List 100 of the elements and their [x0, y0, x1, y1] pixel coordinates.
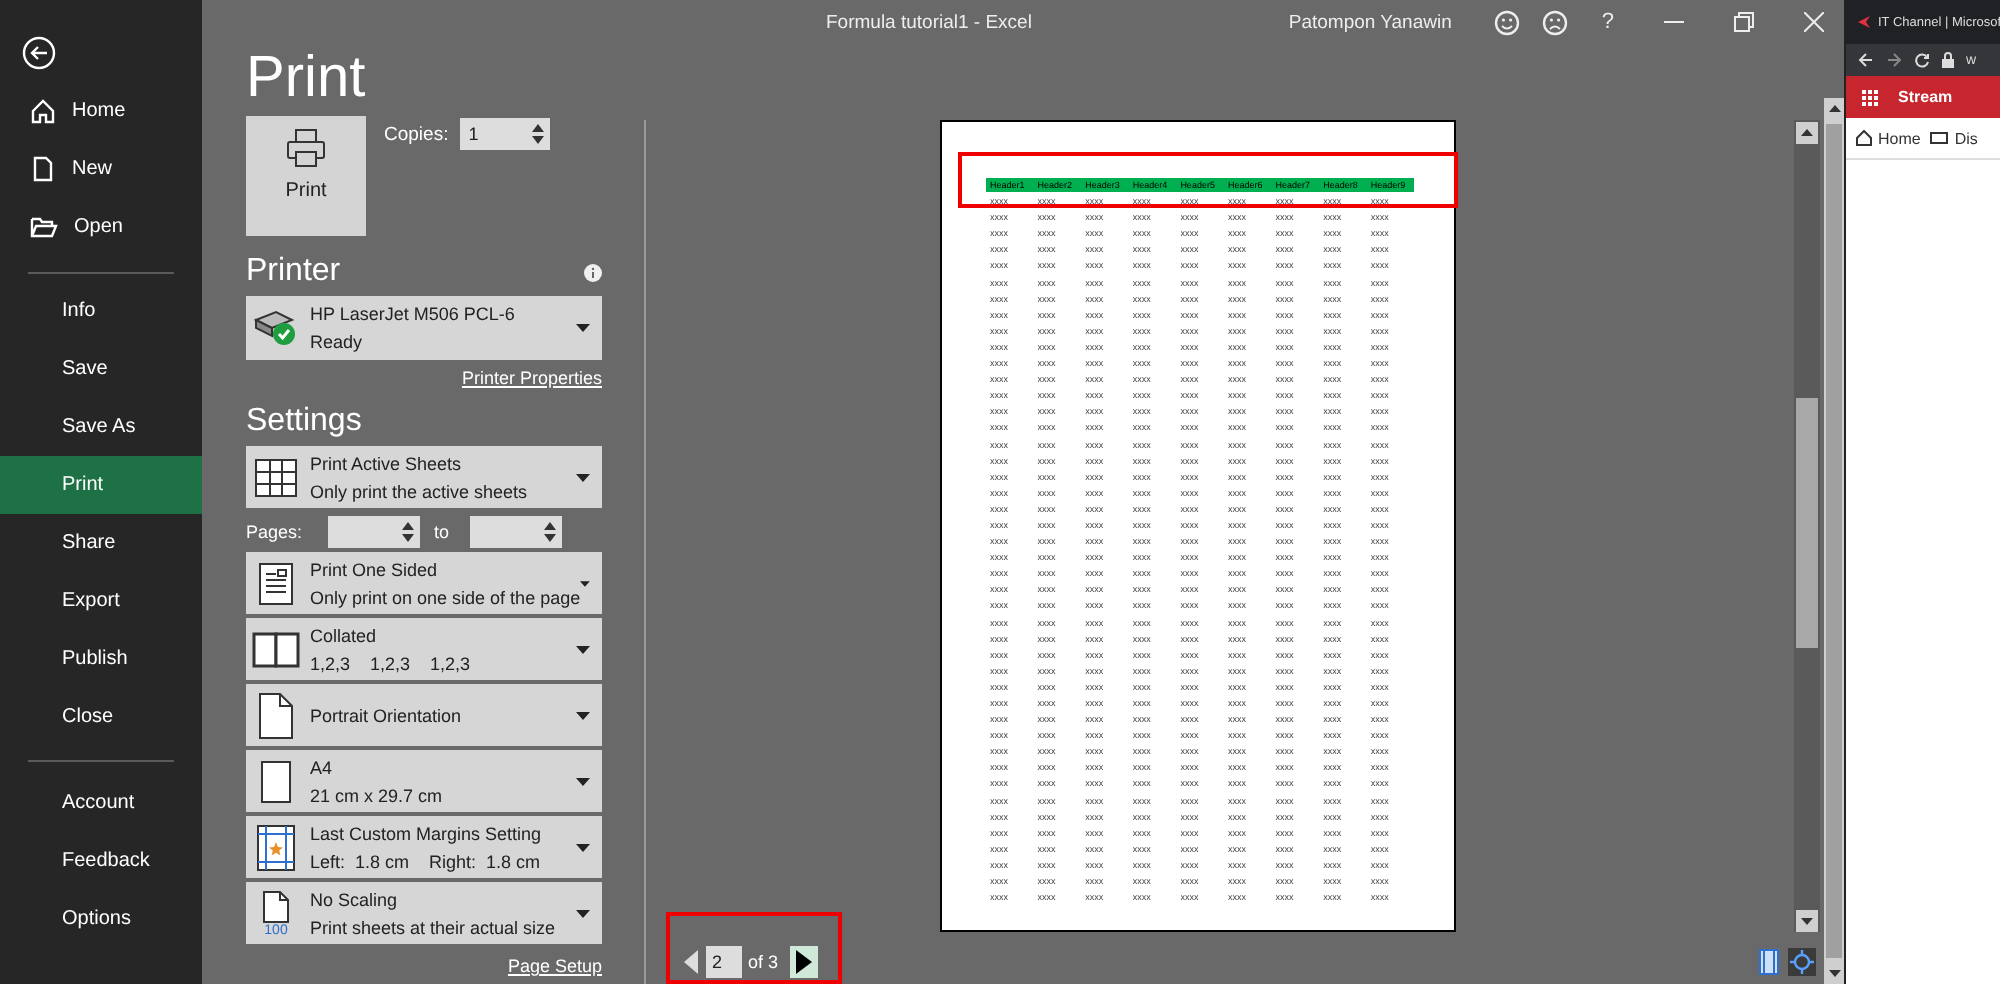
option-title: Print Active Sheets: [310, 453, 464, 473]
monitor-icon: [1930, 131, 1949, 145]
nav-item[interactable]: New: [0, 140, 202, 198]
scroll-down-icon[interactable]: [1796, 910, 1818, 932]
caret-icon: [576, 645, 590, 653]
option-description: Left: 1.8 cm Right: 1.8 cm: [310, 851, 543, 871]
document-icon: [30, 156, 56, 182]
nav-item[interactable]: Export: [0, 572, 202, 630]
page-icon: [258, 691, 294, 739]
caret-icon: [580, 579, 590, 587]
home-icon: [30, 98, 56, 124]
user-name[interactable]: Patompon Yanawin: [1288, 11, 1452, 33]
next-page-icon: [796, 950, 813, 974]
site-nav-link[interactable]: Home: [1856, 129, 1921, 147]
previous-page-icon[interactable]: [684, 950, 700, 974]
nav-item[interactable]: Home: [0, 82, 202, 140]
printer-name: HP LaserJet M506 PCL-6: [310, 304, 517, 324]
settings-dropdown[interactable]: Collated 1,2,3 1,2,3 1,2,3: [246, 618, 602, 680]
page-icon: [262, 889, 290, 923]
spinner-arrows-icon[interactable]: [532, 122, 545, 146]
printer-dropdown[interactable]: HP LaserJet M506 PCL-6 Ready: [246, 296, 602, 360]
lock-icon: [1942, 52, 1954, 68]
option-description: Only print the active sheets: [310, 481, 530, 501]
print-button[interactable]: Print: [246, 116, 366, 236]
close-icon[interactable]: [1804, 12, 1824, 32]
caret-icon: [576, 711, 590, 719]
to-label: to: [434, 521, 450, 541]
settings-dropdown[interactable]: Print One Sided Only print on one side of the page: [246, 552, 602, 614]
settings-dropdown[interactable]: A4 21 cm x 29.7 cm: [246, 750, 602, 812]
option-title: Portrait Orientation: [310, 705, 464, 725]
scrollbar[interactable]: [1794, 120, 1820, 932]
nav-item[interactable]: Feedback: [0, 832, 202, 890]
window-title: Formula tutorial1 - Excel: [826, 11, 1032, 33]
pages-to-field[interactable]: [469, 515, 562, 547]
caret-icon: [576, 473, 590, 481]
option-title: Last Custom Margins Setting: [310, 823, 544, 843]
nav-item[interactable]: Share: [0, 514, 202, 572]
caret-icon: [576, 324, 590, 332]
site-nav-link[interactable]: Dis: [1930, 129, 1978, 147]
nav-item[interactable]: Publish: [0, 630, 202, 688]
smiley-icon[interactable]: [1493, 9, 1520, 35]
page-setup-link[interactable]: Page Setup: [507, 956, 602, 976]
next-page-button[interactable]: [790, 946, 819, 978]
settings-dropdown[interactable]: Print Active Sheets Only print the active sheets: [246, 446, 602, 508]
minimize-icon[interactable]: [1664, 20, 1684, 24]
nav-item[interactable]: Options: [0, 890, 202, 948]
option-title: Collated: [310, 625, 379, 645]
home-icon: [1856, 130, 1872, 146]
settings-dropdown[interactable]: Last Custom Margins Setting Left: 1.8 cm Right: 1.8 cm: [246, 816, 602, 878]
favicon-icon: [1858, 16, 1870, 28]
nav-item[interactable]: Info: [0, 282, 202, 340]
printer-ready-icon: [252, 308, 300, 348]
reload-icon[interactable]: [1914, 52, 1930, 68]
nav-item[interactable]: Save As: [0, 398, 202, 456]
info-icon[interactable]: [584, 263, 602, 281]
page-icon: [256, 561, 296, 605]
section-heading: Printer: [246, 252, 341, 292]
option-title: No Scaling: [310, 889, 400, 909]
nav-item[interactable]: Print: [0, 456, 202, 514]
printer-status: Ready: [310, 332, 365, 352]
nav-item[interactable]: Open: [0, 198, 202, 256]
caret-icon: [576, 843, 590, 851]
page-title: Print: [246, 44, 368, 114]
spinner-arrows-icon[interactable]: [402, 519, 415, 543]
page-icon: [260, 759, 292, 803]
nav-item[interactable]: Account: [0, 774, 202, 832]
nav-item[interactable]: Save: [0, 340, 202, 398]
help-button[interactable]: ?: [1601, 10, 1614, 34]
margins-icon: [256, 823, 296, 871]
copies-field[interactable]: 1: [460, 118, 551, 150]
frown-icon[interactable]: [1541, 9, 1568, 35]
section-heading: Settings: [246, 402, 362, 442]
app-grid-icon[interactable]: [1862, 89, 1878, 105]
back-icon[interactable]: [1858, 52, 1874, 68]
caret-icon: [576, 777, 590, 785]
option-description: 1,2,3 1,2,3 1,2,3: [310, 653, 473, 673]
page-number-field[interactable]: 2: [706, 946, 742, 978]
spinner-arrows-icon[interactable]: [543, 519, 556, 543]
forward-icon[interactable]: [1886, 52, 1902, 68]
option-description: Print sheets at their actual size: [310, 917, 558, 937]
scroll-up-icon[interactable]: [1796, 122, 1818, 144]
pages-label: Pages:: [246, 521, 303, 541]
nav-item[interactable]: Close: [0, 688, 202, 746]
option-title: A4: [310, 757, 335, 777]
option-title: Print One Sided: [310, 559, 440, 579]
site-name[interactable]: Stream: [1898, 88, 1953, 106]
printer-properties-link[interactable]: Printer Properties: [461, 368, 602, 388]
printer-icon: [286, 128, 326, 168]
show-margins-icon[interactable]: [1756, 948, 1782, 976]
pages-icon: [252, 631, 300, 667]
option-description: Only print on one side of the page: [310, 587, 581, 607]
copies-label: Copies:: [384, 124, 449, 146]
option-description: 21 cm x 29.7 cm: [310, 785, 445, 805]
grid-icon: [254, 457, 298, 497]
zoom-to-page-icon[interactable]: [1788, 948, 1816, 976]
pages-from-field[interactable]: [328, 515, 421, 547]
restore-icon[interactable]: [1734, 12, 1754, 32]
settings-dropdown[interactable]: Portrait Orientation: [246, 684, 602, 746]
page-count: of 3: [748, 952, 779, 972]
caret-icon: [576, 909, 590, 917]
